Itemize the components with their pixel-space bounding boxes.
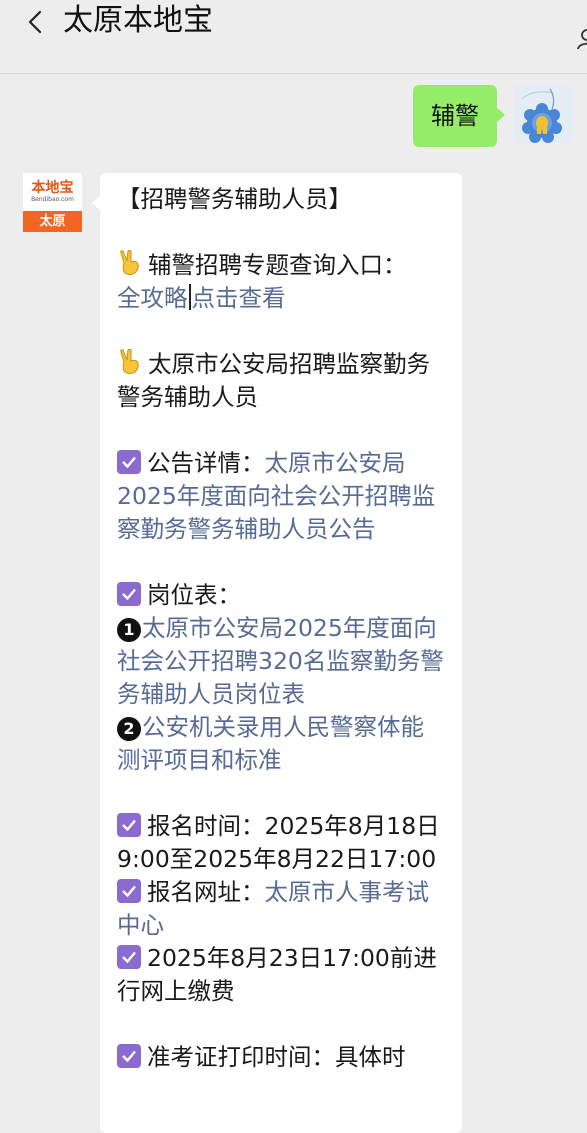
- checkbox-icon: [117, 450, 141, 474]
- outgoing-message-bubble[interactable]: 辅警: [413, 85, 505, 147]
- checkbox-icon: [117, 1044, 141, 1068]
- number-two-badge: 2: [117, 717, 141, 741]
- admit-card-line: 准考证打印时间：具体时: [117, 1041, 446, 1074]
- signup-time-line: 报名时间：2025年8月18日9:00至2025年8月22日17:00: [117, 812, 440, 873]
- payment-line: 2025年8月23日17:00前进行网上缴费: [117, 944, 437, 1005]
- view-link[interactable]: 点击查看: [192, 284, 286, 312]
- flower-avatar-icon: [514, 85, 572, 143]
- bendibao-logo: 本地宝 Bendibao.com: [23, 173, 82, 211]
- back-button[interactable]: [18, 2, 52, 42]
- positions-item-1: 1 太原市公安局2025年度面向社会公开招聘320名监察勤务警务辅助人员岗位表: [117, 612, 446, 711]
- entry-line: 辅警招聘专题查询入口：: [117, 249, 446, 282]
- checkbox-icon: [117, 582, 141, 606]
- fitness-standard-link[interactable]: 公安机关录用人民警察体能测评项目和标准: [117, 713, 424, 774]
- person-icon: [577, 29, 587, 50]
- checkbox-icon: [117, 945, 141, 969]
- user-avatar[interactable]: [514, 85, 572, 143]
- chevron-left-icon: [28, 10, 42, 34]
- guide-link[interactable]: 全攻略: [117, 284, 188, 312]
- outgoing-message-text: 辅警: [431, 102, 479, 130]
- entry-links: 全攻略 点击查看: [117, 282, 446, 315]
- positions-label-line: 岗位表：: [117, 579, 446, 612]
- positions-table-link[interactable]: 太原市公安局2025年度面向社会公开招聘320名监察勤务警务辅助人员岗位表: [117, 614, 444, 708]
- number-one-badge: 1: [117, 618, 141, 642]
- more-options-button[interactable]: [577, 28, 587, 50]
- page-title: 太原本地宝: [63, 3, 213, 38]
- signup-site-line: 报名网址：太原市人事考试中心: [117, 878, 429, 939]
- incoming-message-bubble: 【招聘警务辅助人员】 辅警招聘专题查询入口： 全攻略 点击查看 太原市公安局招聘监…: [92, 173, 462, 1133]
- victory-hand-icon: [117, 249, 142, 276]
- positions-item-2: 2 公安机关录用人民警察体能测评项目和标准: [117, 711, 446, 777]
- victory-hand-icon: [117, 348, 142, 375]
- notice-line: 公告详情：太原市公安局2025年度面向社会公开招聘监察勤务警务辅助人员公告: [117, 449, 436, 543]
- message-heading: 【招聘警务辅助人员】: [117, 185, 352, 213]
- checkbox-icon: [117, 813, 141, 837]
- sender-avatar[interactable]: 本地宝 Bendibao.com 太原: [23, 173, 82, 232]
- checkbox-icon: [117, 879, 141, 903]
- text-cursor: [188, 284, 191, 310]
- chat-header: 太原本地宝: [0, 0, 587, 74]
- avatar-city-label: 太原: [23, 211, 82, 232]
- subject-line: 太原市公安局招聘监察勤务警务辅助人员: [117, 348, 430, 411]
